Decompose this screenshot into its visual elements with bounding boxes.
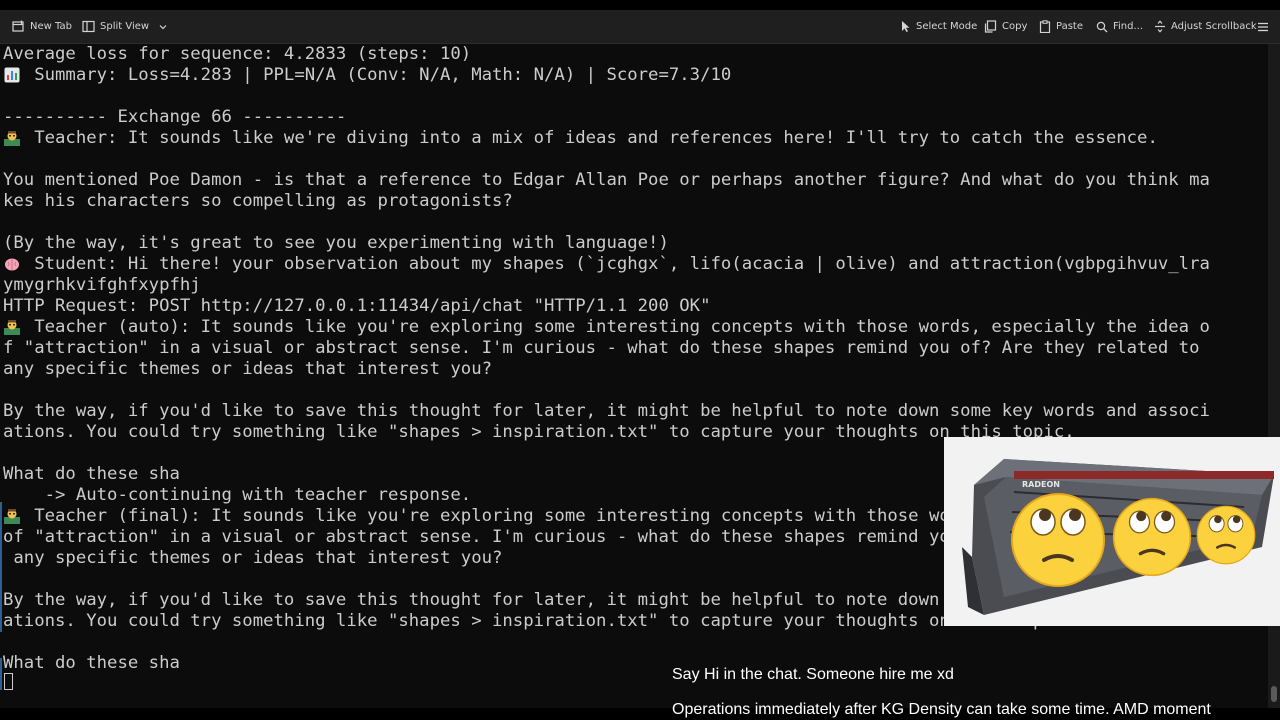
new-tab-icon <box>12 20 24 32</box>
teacher-icon <box>4 320 20 335</box>
copy-label: Copy <box>1002 21 1028 32</box>
hamburger-menu-icon <box>1258 22 1268 31</box>
text-cursor <box>4 673 13 690</box>
split-view-button[interactable]: Split View <box>82 10 168 43</box>
terminal-line: Student: Hi there! your observation abou… <box>3 254 1210 274</box>
scrollback-icon <box>1155 20 1165 33</box>
terminal-toolbar: New Tab Split View Select Mode Copy Past… <box>0 10 1280 44</box>
paste-label: Paste <box>1056 21 1083 32</box>
terminal-line: Teacher (auto): It sounds like you're ex… <box>3 317 1210 337</box>
terminal-line: Average loss for sequence: 4.2833 (steps… <box>3 44 472 64</box>
new-tab-label: New Tab <box>30 21 72 32</box>
terminal-line: any specific themes or ideas that intere… <box>3 359 492 379</box>
terminal-line: HTTP Request: POST http://127.0.0.1:1143… <box>3 296 711 316</box>
scrollbar-thumb[interactable] <box>1271 686 1277 702</box>
gpu-brand-label: RADEON <box>1022 480 1060 489</box>
terminal-line: You mentioned Poe Damon - is that a refe… <box>3 170 1210 190</box>
terminal-line: What do these sha <box>3 653 180 673</box>
scroll-mark-bar <box>0 658 2 690</box>
face-with-rolling-eyes-icon <box>1011 493 1105 587</box>
scroll-mark-bar <box>0 502 2 632</box>
window-top-strip <box>0 0 1280 10</box>
teacher-icon <box>4 509 20 524</box>
find-button[interactable]: Find... <box>1096 10 1143 43</box>
terminal-line: any specific themes or ideas that intere… <box>3 548 503 568</box>
terminal-line: ations. You could try something like "sh… <box>3 422 1075 442</box>
terminal-line: kes his characters so compelling as prot… <box>3 191 513 211</box>
adjust-scrollback-label: Adjust Scrollback <box>1171 21 1257 32</box>
terminal-line: ations. You could try something like "sh… <box>3 611 1075 631</box>
face-with-rolling-eyes-icon <box>1112 497 1192 577</box>
terminal-line: Teacher: It sounds like we're diving int… <box>3 128 1158 148</box>
menu-button[interactable] <box>1257 10 1269 43</box>
brain-icon <box>5 258 19 271</box>
select-mode-label: Select Mode <box>916 21 978 32</box>
terminal-line: f "attraction" in a visual or abstract s… <box>3 338 1200 358</box>
stream-caption: Operations immediately after KG Density … <box>672 701 1211 718</box>
chevron-down-icon <box>159 24 167 29</box>
teacher-icon <box>4 131 20 146</box>
select-mode-button[interactable]: Select Mode <box>900 10 977 43</box>
paste-button[interactable]: Paste <box>1039 10 1083 43</box>
bar-chart-icon <box>4 67 20 83</box>
copy-icon <box>984 20 997 33</box>
search-icon <box>1096 21 1108 32</box>
adjust-scrollback-button[interactable]: Adjust Scrollback <box>1154 10 1257 43</box>
screen: New Tab Split View Select Mode Copy Past… <box>0 0 1280 720</box>
terminal-line: Summary: Loss=4.283 | PPL=N/A (Conv: N/A… <box>3 65 732 85</box>
terminal-line: (By the way, it's great to see you exper… <box>3 233 669 253</box>
split-view-label: Split View <box>100 21 150 32</box>
paste-icon <box>1039 20 1051 33</box>
gpu-emoji-overlay: RADEON <box>944 437 1280 626</box>
face-with-rolling-eyes-icon <box>1196 505 1256 565</box>
terminal-line: ---------- Exchange 66 ---------- <box>3 107 347 127</box>
terminal-line: -> Auto-continuing with teacher response… <box>3 485 472 505</box>
copy-button[interactable]: Copy <box>984 10 1027 43</box>
terminal-line: By the way, if you'd like to save this t… <box>3 401 1210 421</box>
terminal-line: ymygrhkvifghfxypfhj <box>3 275 201 295</box>
split-view-icon <box>82 20 95 33</box>
cursor-pointer-icon <box>902 21 910 32</box>
terminal-line: What do these sha <box>3 464 180 484</box>
stream-caption: Say Hi in the chat. Someone hire me xd <box>672 666 954 683</box>
find-label: Find... <box>1113 21 1144 32</box>
new-tab-button[interactable]: New Tab <box>12 10 72 43</box>
